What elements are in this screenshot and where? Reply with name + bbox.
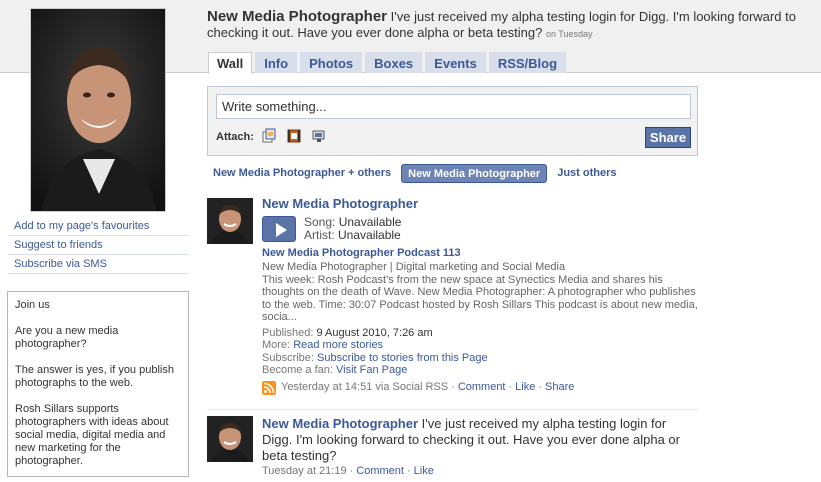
attach-icons — [261, 128, 327, 144]
tab-info[interactable]: Info — [255, 52, 298, 73]
podcast-source: New Media Photographer | Digital marketi… — [262, 261, 566, 273]
song-value: Unavailable — [338, 214, 402, 229]
status-time: on Tuesday — [545, 29, 593, 39]
tab-wall[interactable]: Wall — [208, 52, 253, 74]
read-more-link[interactable]: Read more stories — [293, 339, 383, 351]
subscribe-row: Subscribe: Subscribe to stories from thi… — [262, 352, 698, 365]
visit-fan-page-link[interactable]: Visit Fan Page — [336, 364, 407, 376]
page-actions: Add to my page's favourites Suggest to f… — [8, 217, 189, 274]
separator: · — [349, 465, 354, 477]
published-label: Published: — [262, 326, 314, 339]
story-divider — [207, 409, 698, 410]
more-row: More: Read more stories — [262, 339, 698, 352]
rss-icon — [262, 380, 276, 395]
tab-rss-blog[interactable]: RSS/Blog — [488, 52, 567, 73]
published-row: Published: 9 August 2010, 7:26 am — [262, 327, 698, 340]
artist-value: Unavailable — [338, 227, 401, 242]
audio-player: Song: Unavailable Artist: Unavailable — [262, 214, 698, 242]
write-something-input[interactable] — [216, 94, 691, 119]
share-link[interactable]: Share — [545, 381, 574, 394]
separator: · — [451, 381, 455, 394]
podcast-title-link[interactable]: New Media Photographer Podcast 113 — [262, 247, 698, 260]
tab-boxes[interactable]: Boxes — [365, 52, 423, 73]
filter-just-others[interactable]: Just others — [551, 164, 622, 183]
tab-photos[interactable]: Photos — [300, 52, 363, 73]
attach-label: Attach: — [216, 131, 254, 143]
like-link[interactable]: Like — [414, 465, 434, 478]
more-label: More: — [262, 339, 291, 351]
status-header: New Media Photographer I've just receive… — [207, 9, 817, 42]
subscribe-label: Subscribe: — [262, 351, 314, 364]
subscribe-sms-link[interactable]: Subscribe via SMS — [8, 255, 189, 274]
join-us-box: Join us Are you a new media photographer… — [7, 291, 189, 477]
video-icon[interactable] — [286, 128, 302, 144]
share-button[interactable]: Share — [645, 127, 691, 148]
suggest-to-friends-link[interactable]: Suggest to friends — [8, 236, 189, 255]
profile-photo[interactable] — [30, 8, 166, 212]
wall-filter: New Media Photographer + others New Medi… — [207, 164, 627, 183]
story-avatar[interactable] — [207, 198, 253, 244]
comment-link[interactable]: Comment — [458, 381, 506, 394]
story-podcast: New Media Photographer Song: Unavailable… — [207, 197, 698, 406]
story-timestamp: Tuesday at 21:19 — [262, 465, 347, 477]
song-label: Song: — [304, 214, 336, 229]
wall-composer: Attach: Share — [207, 86, 698, 156]
subscribe-stories-link[interactable]: Subscribe to stories from this Page — [317, 352, 488, 364]
play-button[interactable] — [262, 215, 296, 242]
comment-link[interactable]: Comment — [356, 465, 404, 478]
song-meta: Song: Unavailable Artist: Unavailable — [304, 214, 402, 242]
separator: · — [508, 381, 513, 394]
fan-label: Become a fan: — [262, 364, 333, 376]
join-description: Rosh Sillars supports photographers with… — [15, 403, 169, 467]
join-question: Are you a new media photographer? — [15, 325, 119, 350]
story-author-link[interactable]: New Media Photographer — [262, 416, 418, 431]
filter-page-and-others[interactable]: New Media Photographer + others — [207, 164, 397, 183]
artist-label: Artist: — [304, 227, 335, 242]
filter-page-only[interactable]: New Media Photographer — [401, 164, 548, 183]
story-footer: Yesterday at 14:51 via Social RSS · Comm… — [262, 380, 698, 395]
page-name: New Media Photographer — [207, 8, 388, 25]
photo-icon[interactable] — [261, 128, 277, 144]
story-footer: Tuesday at 21:19 · Comment · Like — [262, 465, 698, 478]
status-story-text: New Media Photographer I've just receive… — [262, 416, 698, 464]
like-link[interactable]: Like — [515, 381, 535, 394]
separator: · — [406, 465, 411, 477]
story-body: New Media Photographer I've just receive… — [262, 416, 698, 478]
story-author-link[interactable]: New Media Photographer — [262, 197, 698, 211]
story-body: New Media Photographer Song: Unavailable… — [262, 197, 698, 395]
fan-row: Become a fan: Visit Fan Page — [262, 364, 698, 377]
add-to-favourites-link[interactable]: Add to my page's favourites — [8, 217, 189, 236]
separator: · — [538, 381, 543, 394]
link-icon[interactable] — [311, 128, 327, 144]
story-timestamp: Yesterday at 14:51 via Social RSS — [281, 381, 449, 394]
join-answer: The answer is yes, if you publish photog… — [15, 364, 174, 389]
podcast-description: This week: Rosh Podcast's from the new s… — [262, 273, 698, 324]
profile-tabs: Wall Info Photos Boxes Events RSS/Blog — [208, 52, 567, 74]
story-avatar[interactable] — [207, 416, 253, 462]
tab-events[interactable]: Events — [425, 52, 486, 73]
join-title: Join us — [15, 299, 50, 311]
story-status: New Media Photographer I've just receive… — [207, 416, 698, 478]
published-value: 9 August 2010, 7:26 am — [316, 326, 433, 339]
